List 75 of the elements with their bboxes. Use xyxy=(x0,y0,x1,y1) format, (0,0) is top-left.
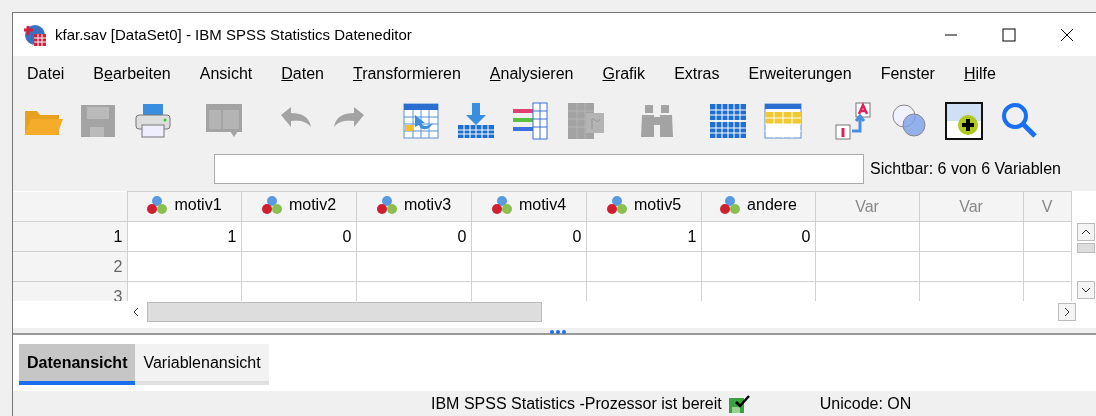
maximize-icon[interactable] xyxy=(1002,27,1016,42)
column-header[interactable]: motiv3 xyxy=(356,191,471,222)
menu-item[interactable]: Ansicht xyxy=(193,61,259,87)
table-cell[interactable] xyxy=(701,251,815,282)
scroll-left-icon[interactable] xyxy=(133,307,139,317)
menu-item[interactable]: Bearbeiten xyxy=(87,61,177,87)
menu-item[interactable]: Erweiterungen xyxy=(742,61,858,87)
printer-icon[interactable] xyxy=(133,101,173,141)
table-cell[interactable] xyxy=(356,251,471,282)
view-tab[interactable]: Datenansicht xyxy=(19,344,136,385)
row-number[interactable]: 2 xyxy=(13,251,127,282)
menu-item[interactable]: Extras xyxy=(668,61,726,87)
column-header[interactable]: motiv4 xyxy=(471,191,586,222)
scroll-thumb[interactable] xyxy=(1077,243,1095,253)
plus-badge-icon[interactable] xyxy=(944,101,984,141)
variable-name: motiv3 xyxy=(403,195,452,214)
table-cell[interactable] xyxy=(1023,251,1071,282)
floppy-check-icon xyxy=(727,394,750,414)
menu-item[interactable]: Daten xyxy=(275,61,330,87)
variable-name: motiv5 xyxy=(633,195,682,214)
close-icon[interactable] xyxy=(1060,27,1074,42)
split-table-icon[interactable] xyxy=(708,101,748,141)
variable-name: motiv1 xyxy=(174,195,222,214)
value-labels-icon[interactable] xyxy=(834,101,874,141)
table-cell[interactable]: 0 xyxy=(471,221,586,252)
variable-name: andere xyxy=(747,195,797,214)
highlighted-table-icon[interactable] xyxy=(763,101,803,141)
view-tab[interactable]: Variablenansicht xyxy=(135,344,269,385)
status-message: IBM SPSS Statistics -Prozessor ist bereit xyxy=(431,395,722,413)
column-header[interactable]: andere xyxy=(701,191,815,222)
nominal-variable-icon xyxy=(146,194,169,215)
table-cell[interactable] xyxy=(815,251,919,282)
nominal-variable-icon xyxy=(490,194,513,215)
splitter-handle-icon[interactable] xyxy=(549,329,567,335)
table-cell[interactable] xyxy=(586,251,701,282)
menu-item[interactable]: Analysieren xyxy=(483,61,580,87)
nominal-variable-icon xyxy=(260,194,283,215)
scroll-down-icon[interactable] xyxy=(1081,287,1091,293)
column-header[interactable]: motiv1 xyxy=(127,191,241,222)
table-cell[interactable] xyxy=(241,251,356,282)
table-cell[interactable] xyxy=(919,221,1023,252)
table-cell[interactable] xyxy=(1023,221,1071,252)
table-cell[interactable]: 0 xyxy=(701,221,815,252)
menu-item[interactable]: Grafik xyxy=(596,61,652,87)
row-number[interactable]: 3 xyxy=(13,281,127,301)
app-icon xyxy=(23,22,47,47)
scroll-up-icon[interactable] xyxy=(1081,229,1091,235)
scroll-right-icon[interactable] xyxy=(1064,307,1070,317)
variable-list-icon[interactable] xyxy=(511,101,551,141)
unicode-status: Unicode: ON xyxy=(819,395,912,413)
menu-item[interactable]: Transformieren xyxy=(346,61,467,87)
table-cell[interactable]: 1 xyxy=(586,221,701,252)
table-cell[interactable] xyxy=(471,251,586,282)
table-cell[interactable]: 1 xyxy=(127,221,241,252)
variable-name: motiv2 xyxy=(288,195,337,214)
menu-item[interactable]: Hilfe xyxy=(957,61,1002,87)
table-cell[interactable] xyxy=(815,221,919,252)
table-cell[interactable] xyxy=(919,251,1023,282)
column-header[interactable]: motiv2 xyxy=(241,191,356,222)
table-cell[interactable]: 0 xyxy=(241,221,356,252)
row-number[interactable]: 1 xyxy=(13,221,127,252)
nominal-variable-icon xyxy=(375,194,398,215)
visible-variables-text: Sichtbar: 6 von 6 Variablen xyxy=(870,160,1061,178)
table-cell[interactable]: 0 xyxy=(356,221,471,252)
nominal-variable-icon xyxy=(719,194,742,215)
nominal-variable-icon xyxy=(605,194,628,215)
cell-editor-field[interactable] xyxy=(214,154,864,184)
scroll-thumb[interactable] xyxy=(147,302,542,322)
menu-item[interactable]: Fenster xyxy=(874,61,941,87)
variable-name: motiv4 xyxy=(518,195,567,214)
menu-item[interactable]: Datei xyxy=(21,61,71,87)
table-cell[interactable] xyxy=(127,251,241,282)
window-title: kfar.sav [DataSet0] - IBM SPSS Statistics Dateneditor xyxy=(55,26,413,43)
download-table-icon[interactable] xyxy=(456,101,496,141)
column-header[interactable]: motiv5 xyxy=(586,191,701,222)
